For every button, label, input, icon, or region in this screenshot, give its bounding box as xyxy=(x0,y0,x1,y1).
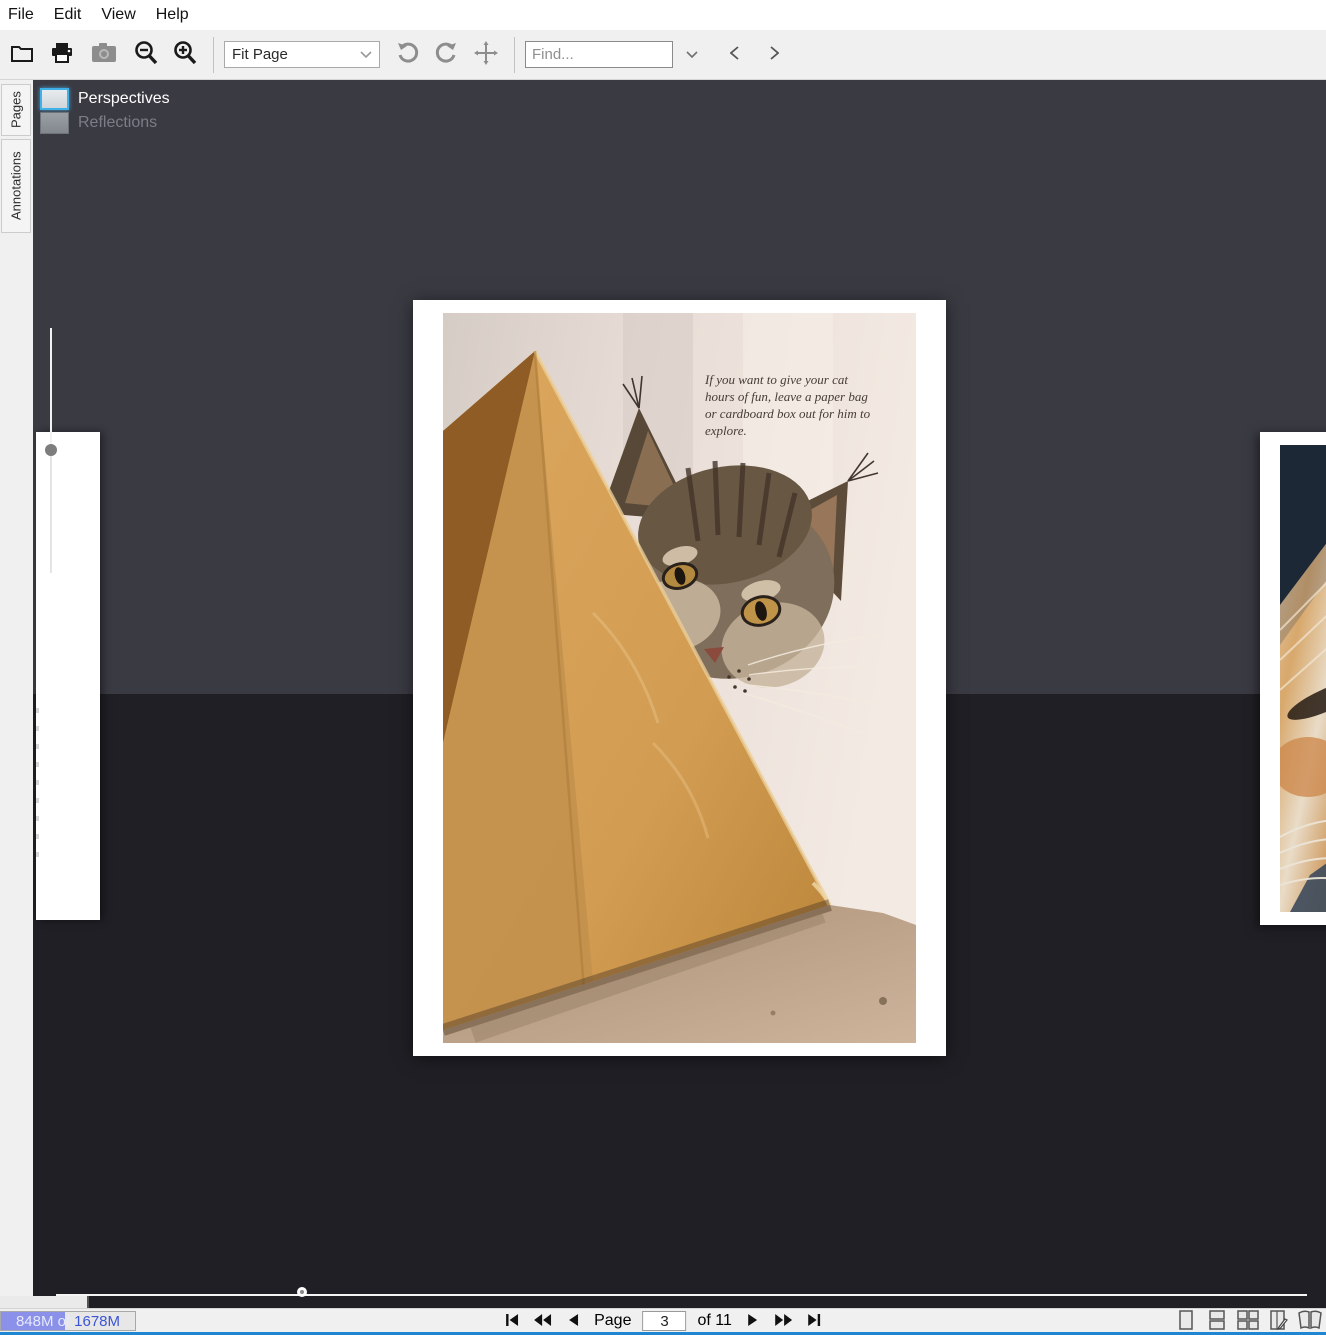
open-button[interactable] xyxy=(4,36,40,74)
document-viewer-window: File Edit View Help xyxy=(0,0,1326,1335)
last-page-icon xyxy=(808,1314,821,1329)
document-canvas: Perspectives Reflections xyxy=(33,80,1326,1308)
next-page-icon xyxy=(748,1314,758,1329)
zoom-out-button[interactable] xyxy=(128,36,164,74)
find-options-button[interactable] xyxy=(679,36,705,74)
photo-caption: If you want to give your cat hours of fu… xyxy=(705,371,877,440)
horizontal-slider-track[interactable] xyxy=(56,1294,1307,1296)
tab-pages[interactable]: Pages xyxy=(1,84,31,136)
document-thumbnail-icon xyxy=(40,88,69,110)
rotate-cw-icon xyxy=(434,42,458,67)
first-page-button[interactable] xyxy=(501,1311,521,1331)
memory-total-label: 1678M xyxy=(74,1313,120,1330)
menu-view[interactable]: View xyxy=(91,2,145,28)
forward-pages-button[interactable] xyxy=(774,1311,794,1331)
document-label: Reflections xyxy=(78,114,157,132)
two-page-view-button[interactable] xyxy=(1236,1310,1260,1332)
document-item-perspectives[interactable]: Perspectives xyxy=(40,87,170,111)
double-previous-icon xyxy=(534,1314,551,1329)
pan-icon xyxy=(474,41,498,68)
rotate-ccw-button[interactable] xyxy=(390,36,426,74)
cat-closeup-photo xyxy=(1280,445,1326,912)
memory-usage-gauge: 848M of 1678M xyxy=(0,1311,136,1331)
book-view-button[interactable] xyxy=(1298,1310,1322,1332)
memory-used-label: 848M of xyxy=(16,1313,70,1330)
page-number-input[interactable] xyxy=(642,1311,686,1331)
find-next-button[interactable] xyxy=(761,36,787,74)
printer-icon xyxy=(50,42,74,67)
page-count-label: of 11 xyxy=(697,1312,731,1330)
status-bar: 848M of 1678M Page of 11 xyxy=(0,1308,1326,1332)
tab-pages-label: Pages xyxy=(9,92,24,129)
tab-annotations-label: Annotations xyxy=(9,152,24,221)
camera-icon xyxy=(91,43,117,66)
single-page-icon xyxy=(1176,1310,1196,1333)
double-next-icon xyxy=(775,1314,792,1329)
vertical-slider-thumb[interactable] xyxy=(45,444,57,456)
find-input[interactable] xyxy=(525,41,673,68)
page-text-fragment xyxy=(36,708,39,858)
folder-icon xyxy=(10,43,34,66)
zoom-in-button[interactable] xyxy=(167,36,203,74)
view-mode-buttons xyxy=(1174,1310,1322,1332)
previous-page[interactable] xyxy=(36,432,100,920)
horizontal-slider-thumb[interactable] xyxy=(297,1287,307,1297)
next-page[interactable] xyxy=(1260,432,1326,925)
book-icon xyxy=(1298,1310,1322,1333)
menu-bar: File Edit View Help xyxy=(0,0,1326,30)
page-navigation: Page of 11 xyxy=(501,1309,825,1333)
previous-page-icon xyxy=(568,1314,578,1329)
document-label: Perspectives xyxy=(78,90,170,108)
two-page-icon xyxy=(1237,1310,1259,1333)
zoom-out-icon xyxy=(133,40,159,69)
chevron-down-icon xyxy=(686,47,698,62)
print-button[interactable] xyxy=(44,36,80,74)
zoom-level-select[interactable]: Fit Page xyxy=(224,41,380,68)
previous-page-button[interactable] xyxy=(563,1311,583,1331)
find-previous-button[interactable] xyxy=(721,36,747,74)
last-page-button[interactable] xyxy=(805,1311,825,1331)
annotations-view-button[interactable] xyxy=(1267,1310,1291,1332)
scrolling-pages-icon xyxy=(1207,1310,1227,1333)
chevron-down-icon xyxy=(360,46,372,63)
document-list: Perspectives Reflections xyxy=(40,87,170,135)
vertical-slider-track[interactable] xyxy=(50,328,52,452)
toolbar-separator xyxy=(514,37,515,73)
document-item-reflections[interactable]: Reflections xyxy=(40,111,170,135)
tab-annotations[interactable]: Annotations xyxy=(1,139,31,233)
document-thumbnail-icon xyxy=(40,112,69,134)
snapshot-button[interactable] xyxy=(86,36,122,74)
first-page-icon xyxy=(505,1314,518,1329)
toolbar: Fit Page xyxy=(0,30,1326,80)
zoom-level-value: Fit Page xyxy=(232,46,360,63)
menu-edit[interactable]: Edit xyxy=(44,2,92,28)
angle-left-icon xyxy=(730,46,739,63)
vertical-slider-track[interactable] xyxy=(50,452,52,573)
page-label: Page xyxy=(594,1312,631,1330)
current-page[interactable]: If you want to give your cat hours of fu… xyxy=(413,300,946,1056)
scrolling-view-button[interactable] xyxy=(1205,1310,1229,1332)
sidebar-tab-strip: Pages Annotations xyxy=(0,80,33,1308)
next-page-button[interactable] xyxy=(743,1311,763,1331)
rotate-ccw-icon xyxy=(396,42,420,67)
zoom-in-icon xyxy=(172,40,198,69)
menu-file[interactable]: File xyxy=(0,2,44,28)
toolbar-separator xyxy=(213,37,214,73)
scroll-corner xyxy=(0,1296,89,1308)
menu-help[interactable]: Help xyxy=(146,2,199,28)
cat-in-paper-bag-photo: If you want to give your cat hours of fu… xyxy=(443,313,916,1043)
rotate-cw-button[interactable] xyxy=(428,36,464,74)
annotation-pen-icon xyxy=(1269,1310,1289,1333)
angle-right-icon xyxy=(770,46,779,63)
rewind-pages-button[interactable] xyxy=(532,1311,552,1331)
single-page-view-button[interactable] xyxy=(1174,1310,1198,1332)
pan-tool-button[interactable] xyxy=(468,36,504,74)
